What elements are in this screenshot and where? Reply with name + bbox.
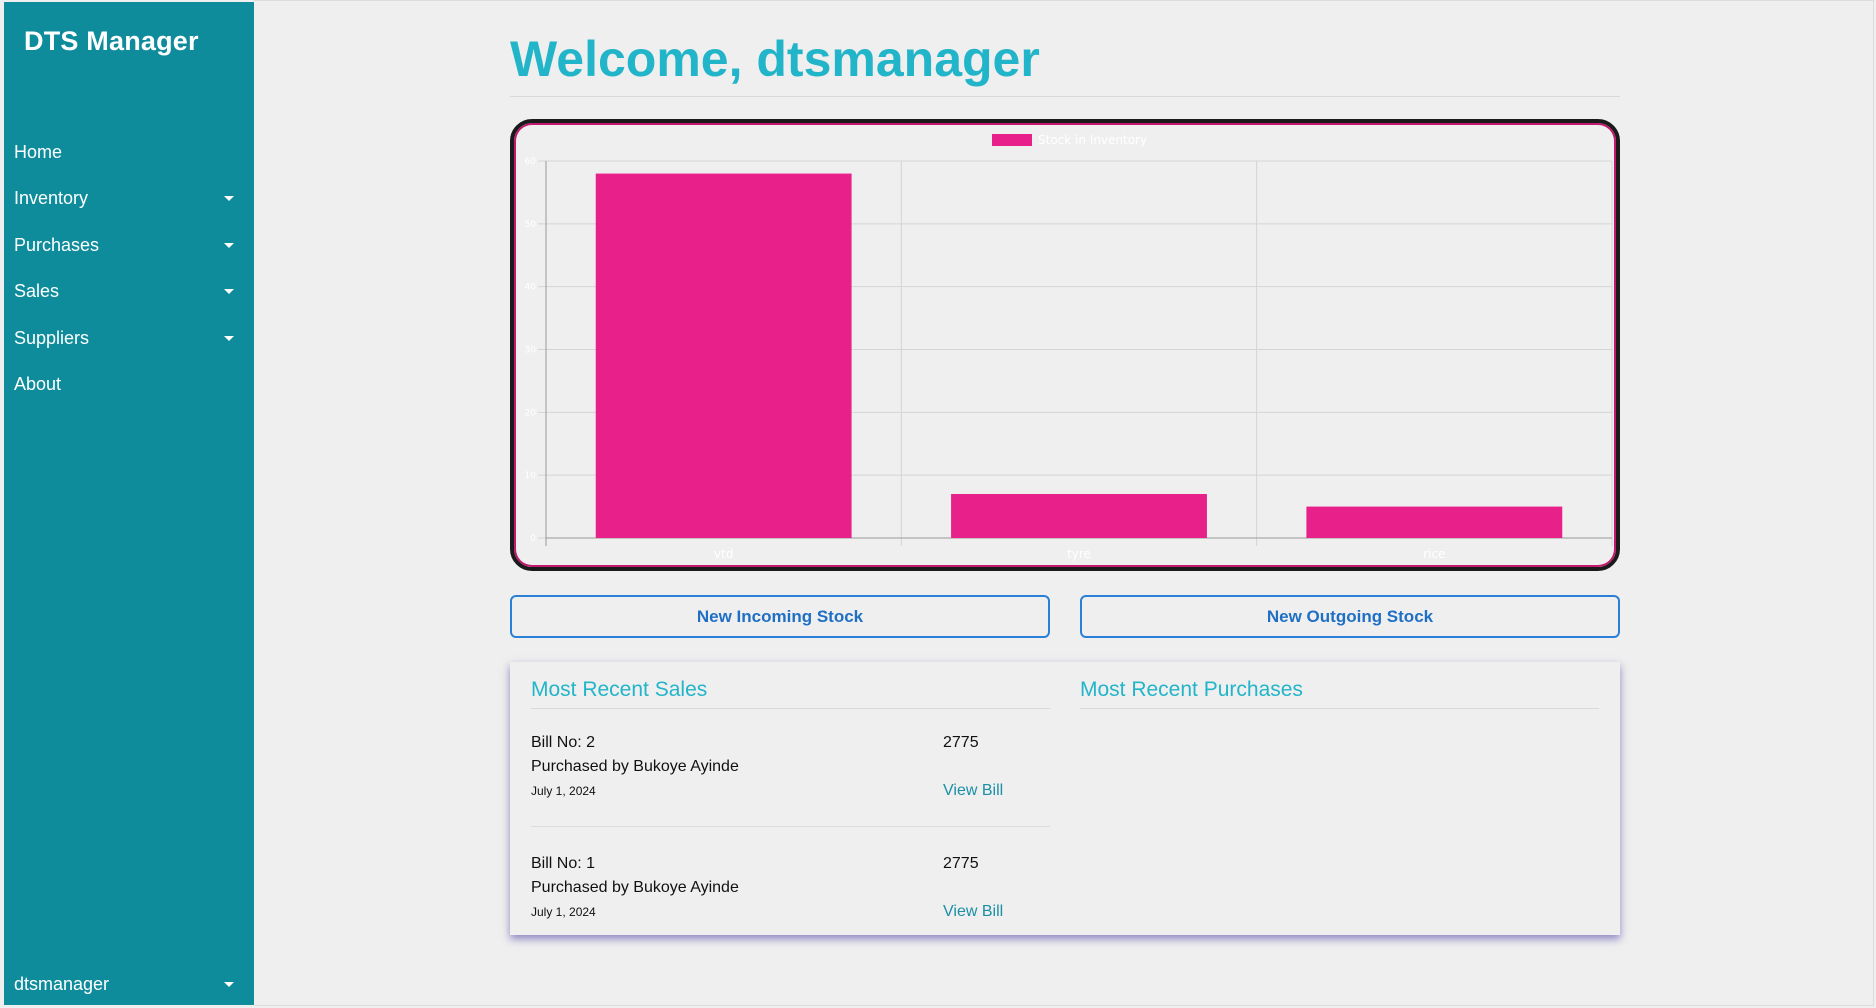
legend-label: Stock in Inventory [1038, 133, 1147, 147]
user-name: dtsmanager [14, 973, 110, 994]
chart-canvas: 0 10 20 30 40 50 60 vtd tyre rice Stock in Invento… [525, 133, 1613, 561]
sale-divider [531, 826, 1050, 827]
caret-down-icon [224, 242, 234, 248]
sale-amount: 2775 [943, 734, 979, 751]
sidebar-nav: Home Inventory Purchases Sales Suppliers… [4, 129, 254, 408]
bar-vtd [595, 173, 852, 539]
sale-buyer: Purchased by Bukoye Ayinde [531, 758, 739, 775]
sale-item: Bill No: 1 Purchased by Bukoye Ayinde Ju… [531, 855, 1050, 955]
bar-tyre [951, 494, 1207, 538]
sidebar-item-purchases[interactable]: Purchases [4, 222, 254, 269]
y-tick-label: 50 [525, 220, 537, 230]
recent-sales-title: Most Recent Sales [531, 678, 1050, 709]
sidebar-item-label: About [14, 374, 62, 395]
sale-bill-number: Bill No: 1 [531, 855, 596, 872]
sale-date: July 1, 2024 [531, 784, 596, 798]
sidebar-item-label: Purchases [14, 234, 100, 255]
sidebar: DTS Manager Home Inventory Purchases Sal… [4, 2, 254, 1005]
y-tick-label: 20 [525, 408, 537, 418]
sale-bill-number: Bill No: 2 [531, 734, 596, 751]
x-tick-label: rice [1423, 547, 1445, 561]
legend-swatch [992, 134, 1032, 146]
sidebar-item-label: Home [14, 141, 63, 162]
sale-amount: 2775 [943, 855, 979, 872]
recent-activity-card: Most Recent Sales Most Recent Purchases … [510, 662, 1620, 935]
sidebar-item-label: Suppliers [14, 327, 90, 348]
page-title: Welcome, dtsmanager [510, 30, 1620, 97]
x-tick-label: vtd [714, 547, 733, 561]
recent-purchases-title: Most Recent Purchases [1080, 678, 1599, 709]
sale-item: Bill No: 2 Purchased by Bukoye Ayinde Ju… [531, 734, 1050, 834]
sale-buyer: Purchased by Bukoye Ayinde [531, 879, 739, 896]
y-tick-label: 60 [525, 157, 537, 167]
sidebar-item-sales[interactable]: Sales [4, 269, 254, 316]
user-menu[interactable]: dtsmanager [4, 963, 254, 1005]
brand-title[interactable]: DTS Manager [24, 26, 199, 57]
caret-down-icon [224, 196, 234, 202]
bar-rice [1306, 506, 1563, 538]
sidebar-item-home[interactable]: Home [4, 129, 254, 176]
stock-chart: 0 10 20 30 40 50 60 vtd tyre rice Stock in Invento… [510, 119, 1620, 571]
view-bill-link[interactable]: View Bill [943, 903, 1003, 921]
sidebar-item-inventory[interactable]: Inventory [4, 176, 254, 223]
view-bill-link[interactable]: View Bill [943, 782, 1003, 800]
caret-down-icon [224, 289, 234, 295]
new-outgoing-stock-button[interactable]: New Outgoing Stock [1080, 595, 1620, 638]
x-tick-label: tyre [1067, 547, 1091, 561]
sidebar-item-suppliers[interactable]: Suppliers [4, 315, 254, 362]
y-tick-label: 40 [525, 283, 537, 293]
sale-date: July 1, 2024 [531, 905, 596, 919]
sidebar-item-label: Sales [14, 281, 60, 302]
sidebar-item-about[interactable]: About [4, 362, 254, 409]
caret-down-icon [224, 335, 234, 341]
new-incoming-stock-button[interactable]: New Incoming Stock [510, 595, 1050, 638]
caret-down-icon [224, 981, 234, 987]
y-tick-label: 0 [530, 534, 536, 544]
sidebar-item-label: Inventory [14, 188, 89, 209]
y-tick-label: 30 [525, 346, 537, 356]
y-tick-label: 10 [525, 471, 537, 481]
